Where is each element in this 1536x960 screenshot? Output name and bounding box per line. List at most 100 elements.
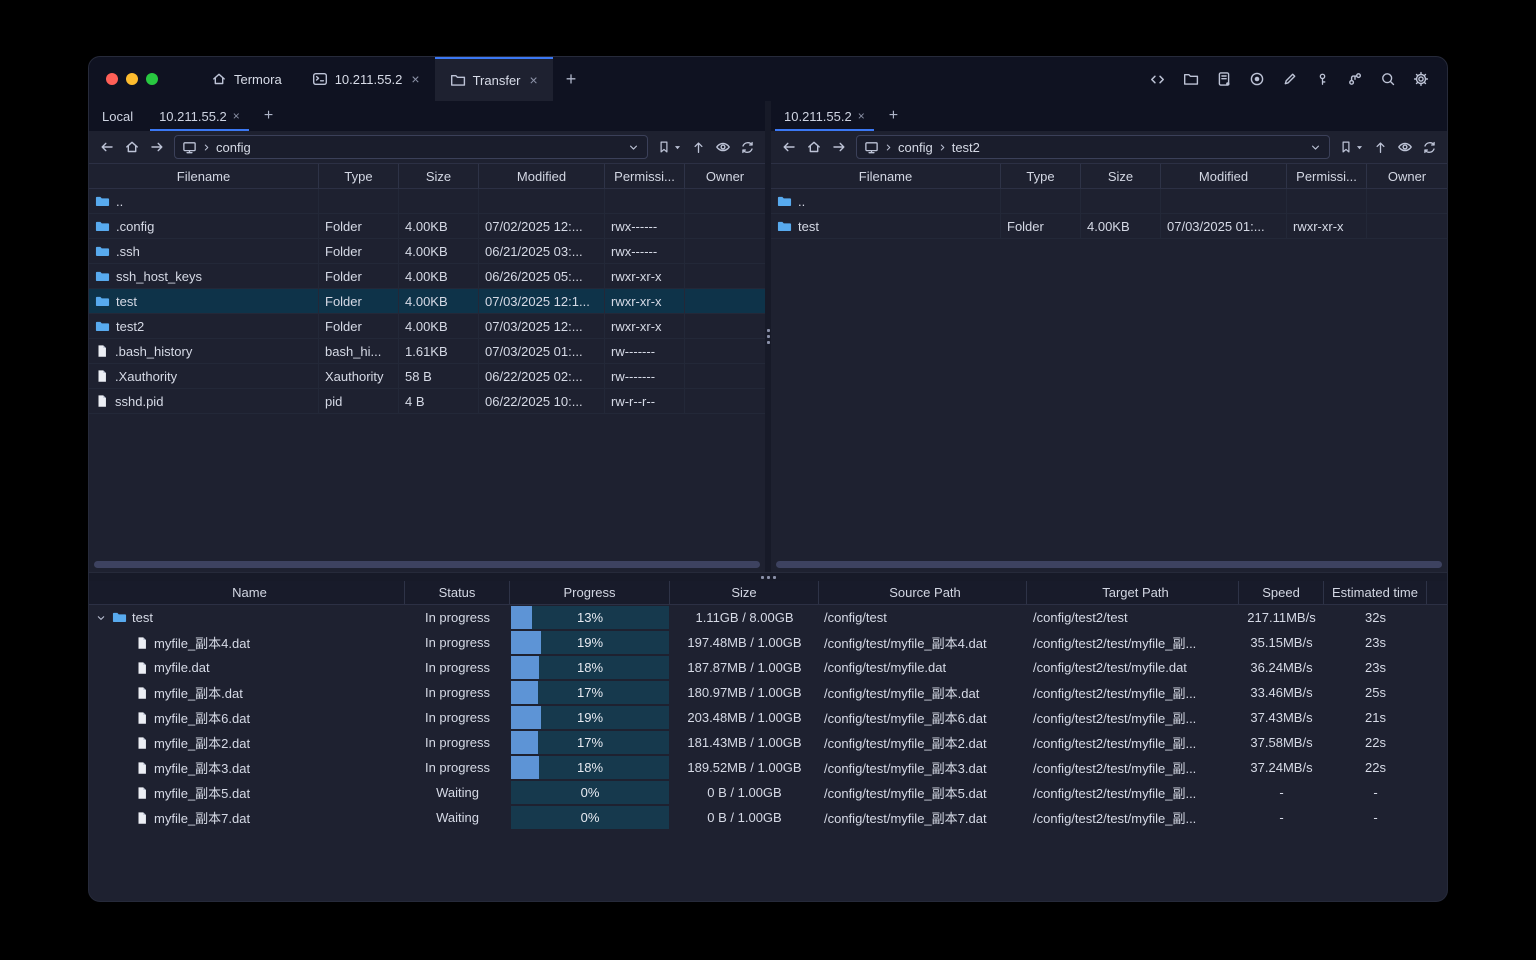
file-cell [685,264,765,288]
search-button[interactable] [1380,71,1396,87]
filename-label: sshd.pid [115,393,164,409]
file-icon [95,394,109,408]
keychain-button[interactable] [1347,71,1363,87]
tab-label: Transfer [472,72,521,88]
column-header[interactable]: Permissi... [605,164,685,188]
upload-button[interactable] [691,140,706,155]
file-row[interactable]: .config Folder 4.00KB 07/02/2025 12:... rwx-… [89,214,765,239]
settings-button[interactable] [1413,71,1429,87]
transfer-row[interactable]: myfile_副本4.dat In progress 19% 197.48MB / 1… [89,630,1447,655]
pane-tab-local[interactable]: Local [89,101,146,131]
tab-transfer[interactable]: Transfer × [434,57,553,101]
close-tab-icon[interactable]: × [233,109,240,123]
transfer-row[interactable]: myfile.dat In progress 18% 187.87MB / 1.00G… [89,655,1447,680]
new-window-tab-button[interactable]: + [553,57,590,101]
column-header[interactable]: Owner [1367,164,1447,188]
tab-termora[interactable]: Termora [196,57,297,101]
eye-button[interactable] [715,139,731,155]
back-button[interactable] [781,139,797,155]
file-row[interactable]: sshd.pid pid 4 B 06/22/2025 10:... rw-r--r-- [89,389,765,414]
file-row[interactable]: ssh_host_keys Folder 4.00KB 06/26/2025 05:.… [89,264,765,289]
column-header[interactable]: Filename [89,164,319,188]
file-icon [135,811,149,825]
file-row[interactable]: .. [771,189,1447,214]
file-row[interactable]: .Xauthority Xauthority 58 B 06/22/2025 02:.… [89,364,765,389]
folder-outline-button[interactable] [1183,71,1199,87]
breadcrumb-segment[interactable]: config [216,140,251,155]
column-header[interactable]: Size [1081,164,1161,188]
column-header[interactable]: Status [405,581,510,604]
file-row[interactable]: test2 Folder 4.00KB 07/03/2025 12:... rwxr-x… [89,314,765,339]
transfer-row[interactable]: myfile_副本6.dat In progress 19% 203.48MB / 1… [89,705,1447,730]
column-header[interactable]: Modified [479,164,605,188]
zoom-window-button[interactable] [146,73,158,85]
breadcrumb-segment[interactable]: test2 [952,140,980,155]
eye-button[interactable] [1397,139,1413,155]
home-button[interactable] [806,139,822,155]
column-header[interactable]: Speed [1239,581,1324,604]
column-header[interactable]: Type [1001,164,1081,188]
horizontal-scrollbar[interactable] [94,561,760,568]
transfer-row[interactable]: myfile_副本7.dat Waiting 0% 0 B / 1.00GB/conf… [89,805,1447,830]
path-combobox[interactable]: config test2 [856,135,1330,159]
column-header[interactable]: Filename [771,164,1001,188]
file-row[interactable]: .bash_history bash_hi... 1.61KB 07/03/2025 … [89,339,765,364]
close-tab-icon[interactable]: × [858,109,865,123]
column-header[interactable]: Permissi... [1287,164,1367,188]
minimize-window-button[interactable] [126,73,138,85]
forward-button[interactable] [831,139,847,155]
log-button[interactable] [1216,71,1232,87]
path-combobox[interactable]: config [174,135,648,159]
new-pane-tab-button[interactable]: + [253,101,284,131]
close-tab-icon[interactable]: × [411,71,419,87]
combo-chevron-down-icon[interactable] [627,141,640,154]
column-header[interactable]: Modified [1161,164,1287,188]
transfer-row[interactable]: test In progress 13% 1.11GB / 8.00GB/config… [89,605,1447,630]
pane-tab-10-211-55-2[interactable]: 10.211.55.2 × [771,101,878,131]
home-button[interactable] [124,139,140,155]
tree-expand-icon[interactable] [95,612,107,624]
column-header[interactable]: Name [89,581,405,604]
bookmark-button[interactable] [657,140,682,154]
column-header[interactable]: Size [670,581,819,604]
forward-button[interactable] [149,139,165,155]
file-row[interactable]: test Folder 4.00KB 07/03/2025 01:... rwxr-xr… [771,214,1447,239]
tab-session[interactable]: 10.211.55.2 × [297,57,435,101]
upload-button[interactable] [1373,140,1388,155]
progress-label: 0% [580,810,600,825]
close-window-button[interactable] [106,73,118,85]
transfer-cell: /config/test2/test/myfile_副... [1033,786,1197,801]
column-header[interactable]: Type [319,164,399,188]
horizontal-scrollbar[interactable] [776,561,1442,568]
column-header[interactable]: Progress [510,581,670,604]
refresh-button[interactable] [740,140,755,155]
column-header[interactable]: Source Path [819,581,1027,604]
horizontal-splitter[interactable] [89,572,1447,581]
pane-tab-10-211-55-2[interactable]: 10.211.55.2 × [146,101,253,131]
record-button[interactable] [1249,71,1265,87]
transfer-row[interactable]: myfile_副本2.dat In progress 17% 181.43MB / 1… [89,730,1447,755]
file-row[interactable]: .. [89,189,765,214]
code-button[interactable] [1149,71,1166,88]
edit-button[interactable] [1282,71,1298,87]
column-header[interactable]: Target Path [1027,581,1239,604]
back-button[interactable] [99,139,115,155]
refresh-button[interactable] [1422,140,1437,155]
transfer-row[interactable]: myfile_副本3.dat In progress 18% 189.52MB / 1… [89,755,1447,780]
transfer-cell: /config/test2/test/myfile_副... [1033,686,1197,701]
transfer-row[interactable]: myfile_副本.dat In progress 17% 180.97MB / 1.… [89,680,1447,705]
column-header[interactable]: Estimated time [1324,581,1427,604]
column-header[interactable]: Size [399,164,479,188]
column-header[interactable]: Owner [685,164,765,188]
combo-chevron-down-icon[interactable] [1309,141,1322,154]
file-row[interactable]: .ssh Folder 4.00KB 06/21/2025 03:... rwx----… [89,239,765,264]
close-tab-icon[interactable]: × [530,72,538,88]
filename-label: test [798,218,819,234]
transfer-row[interactable]: myfile_副本5.dat Waiting 0% 0 B / 1.00GB/conf… [89,780,1447,805]
key-button[interactable] [1315,72,1330,87]
breadcrumb-segment[interactable]: config [898,140,933,155]
file-row[interactable]: test Folder 4.00KB 07/03/2025 12:1... rwxr-x… [89,289,765,314]
new-pane-tab-button[interactable]: + [878,101,909,131]
progress-label: 18% [576,760,604,775]
bookmark-button[interactable] [1339,140,1364,154]
